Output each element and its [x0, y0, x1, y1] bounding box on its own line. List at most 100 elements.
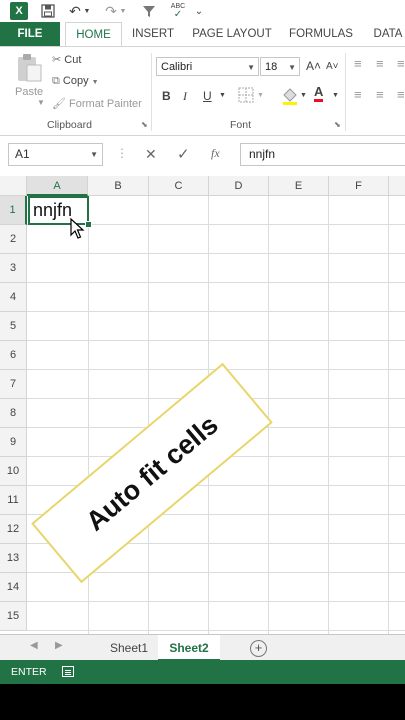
column-header-g[interactable] [389, 176, 405, 196]
enter-icon[interactable]: ✓ [177, 145, 190, 163]
font-color-dropdown-icon[interactable]: ▼ [332, 92, 339, 99]
sheet-next-icon[interactable]: ▶ [55, 640, 63, 651]
select-all-corner[interactable] [0, 176, 27, 196]
tab-home[interactable]: HOME [65, 22, 122, 48]
paste-dropdown-icon[interactable]: ▼ [37, 98, 45, 107]
column-header-e[interactable]: E [269, 176, 329, 196]
row-header-7[interactable]: 7 [0, 370, 27, 399]
bold-button[interactable]: B [162, 89, 171, 103]
grid-line [27, 601, 405, 602]
formula-input[interactable]: nnjfn [240, 143, 405, 166]
row-header-8[interactable]: 8 [0, 399, 27, 428]
customize-qat-icon[interactable]: ⌄ [194, 2, 204, 20]
shrink-font-icon[interactable]: A˅ [326, 61, 339, 72]
row-header-13[interactable]: 13 [0, 544, 27, 573]
sheet-tab-bar: ◀ ▶ Sheet1 Sheet2 + [0, 634, 405, 661]
copy-icon: ⧉ [52, 75, 60, 87]
row-header-9[interactable]: 9 [0, 428, 27, 457]
sheet-tab-sheet1[interactable]: Sheet1 [104, 635, 154, 661]
name-box[interactable]: A1 ▼ [8, 143, 103, 166]
paste-icon[interactable] [15, 53, 43, 83]
grid-line [27, 340, 405, 341]
redo-dropdown-icon[interactable]: ▼ [119, 2, 127, 20]
italic-button[interactable]: I [183, 89, 187, 104]
grid-line [27, 311, 405, 312]
borders-dropdown-icon[interactable]: ▼ [257, 92, 264, 99]
fill-handle[interactable] [85, 221, 92, 228]
redo-icon[interactable]: ↷ [104, 2, 118, 20]
row-header-6[interactable]: 6 [0, 341, 27, 370]
grid-line [148, 196, 149, 634]
clipboard-launcher-icon[interactable]: ⬊ [141, 120, 148, 129]
column-header-c[interactable]: C [149, 176, 209, 196]
row-header-12[interactable]: 12 [0, 515, 27, 544]
status-bar: ENTER [0, 660, 405, 684]
filter-icon[interactable] [141, 2, 157, 20]
name-box-value: A1 [15, 147, 30, 161]
font-size-combo[interactable]: 18 ▼ [260, 57, 300, 76]
tab-file[interactable]: FILE [0, 22, 60, 46]
underline-dropdown-icon[interactable]: ▼ [219, 92, 226, 99]
cancel-icon[interactable]: ✕ [145, 146, 157, 163]
font-color-button[interactable]: A [314, 85, 324, 102]
tab-data[interactable]: DATA [368, 22, 405, 46]
font-name-dropdown-icon[interactable]: ▼ [247, 58, 255, 77]
underline-button[interactable]: U [203, 89, 212, 103]
name-box-dropdown-icon[interactable]: ▼ [90, 144, 98, 165]
column-header-b[interactable]: B [88, 176, 149, 196]
excel-window: X ↶ ▼ ↷ ▼ ABC ✓ ⌄ FILE HOME INSERT PAGE … [0, 0, 405, 684]
group-divider [151, 53, 152, 131]
cut-label: Cut [64, 54, 82, 66]
font-name-combo[interactable]: Calibri ▼ [156, 57, 259, 76]
copy-label: Copy [62, 75, 89, 87]
tab-formulas[interactable]: FORMULAS [285, 22, 357, 46]
row-header-2[interactable]: 2 [0, 225, 27, 254]
align-middle-icon[interactable]: ≡ [376, 56, 384, 71]
row-header-4[interactable]: 4 [0, 283, 27, 312]
row-header-10[interactable]: 10 [0, 457, 27, 486]
grid-line [27, 282, 405, 283]
font-size-dropdown-icon[interactable]: ▼ [288, 58, 296, 77]
format-painter-label: Format Painter [69, 98, 142, 110]
undo-icon[interactable]: ↶ [68, 2, 82, 20]
macro-record-icon[interactable] [62, 666, 74, 677]
column-header-d[interactable]: D [209, 176, 269, 196]
cut-button[interactable]: ✂ Cut [52, 53, 81, 66]
row-header-11[interactable]: 11 [0, 486, 27, 515]
align-right-icon[interactable]: ≡ [397, 87, 405, 102]
copy-button[interactable]: ⧉ Copy ▼ [52, 75, 99, 88]
row-header-14[interactable]: 14 [0, 573, 27, 602]
row-header-15[interactable]: 15 [0, 602, 27, 631]
align-top-icon[interactable]: ≡ [354, 56, 362, 71]
tab-page-layout[interactable]: PAGE LAYOUT [190, 22, 274, 46]
fill-color-dropdown-icon[interactable]: ▼ [300, 92, 307, 99]
status-mode: ENTER [11, 666, 47, 678]
font-launcher-icon[interactable]: ⬊ [334, 120, 341, 129]
align-left-icon[interactable]: ≡ [354, 87, 362, 102]
borders-icon[interactable] [238, 87, 254, 106]
spelling-icon[interactable]: ABC ✓ [170, 2, 186, 20]
align-center-icon[interactable]: ≡ [376, 87, 384, 102]
grid-line [27, 630, 405, 631]
row-header-5[interactable]: 5 [0, 312, 27, 341]
undo-dropdown-icon[interactable]: ▼ [83, 2, 91, 20]
sheet-prev-icon[interactable]: ◀ [30, 640, 38, 651]
column-header-f[interactable]: F [329, 176, 389, 196]
save-icon[interactable] [40, 2, 56, 20]
paste-label[interactable]: Paste [15, 86, 43, 98]
grid-line [27, 253, 405, 254]
align-bottom-icon[interactable]: ≡ [397, 56, 405, 71]
format-painter-button[interactable]: 🖌 Format Painter [52, 97, 142, 110]
formula-bar-grip-icon: ⋮ [116, 146, 128, 160]
column-header-a[interactable]: A [27, 176, 88, 196]
format-painter-icon: 🖌 [52, 98, 66, 110]
tab-insert[interactable]: INSERT [126, 22, 180, 46]
sheet-tab-sheet2[interactable]: Sheet2 [158, 635, 220, 661]
font-name-value: Calibri [161, 61, 193, 73]
row-header-1[interactable]: 1 [0, 196, 27, 225]
grow-font-icon[interactable]: A˄ [306, 59, 321, 73]
add-sheet-icon[interactable]: + [250, 640, 267, 657]
row-header-3[interactable]: 3 [0, 254, 27, 283]
fill-color-icon[interactable] [281, 87, 299, 108]
insert-function-icon[interactable]: fx [211, 146, 220, 161]
